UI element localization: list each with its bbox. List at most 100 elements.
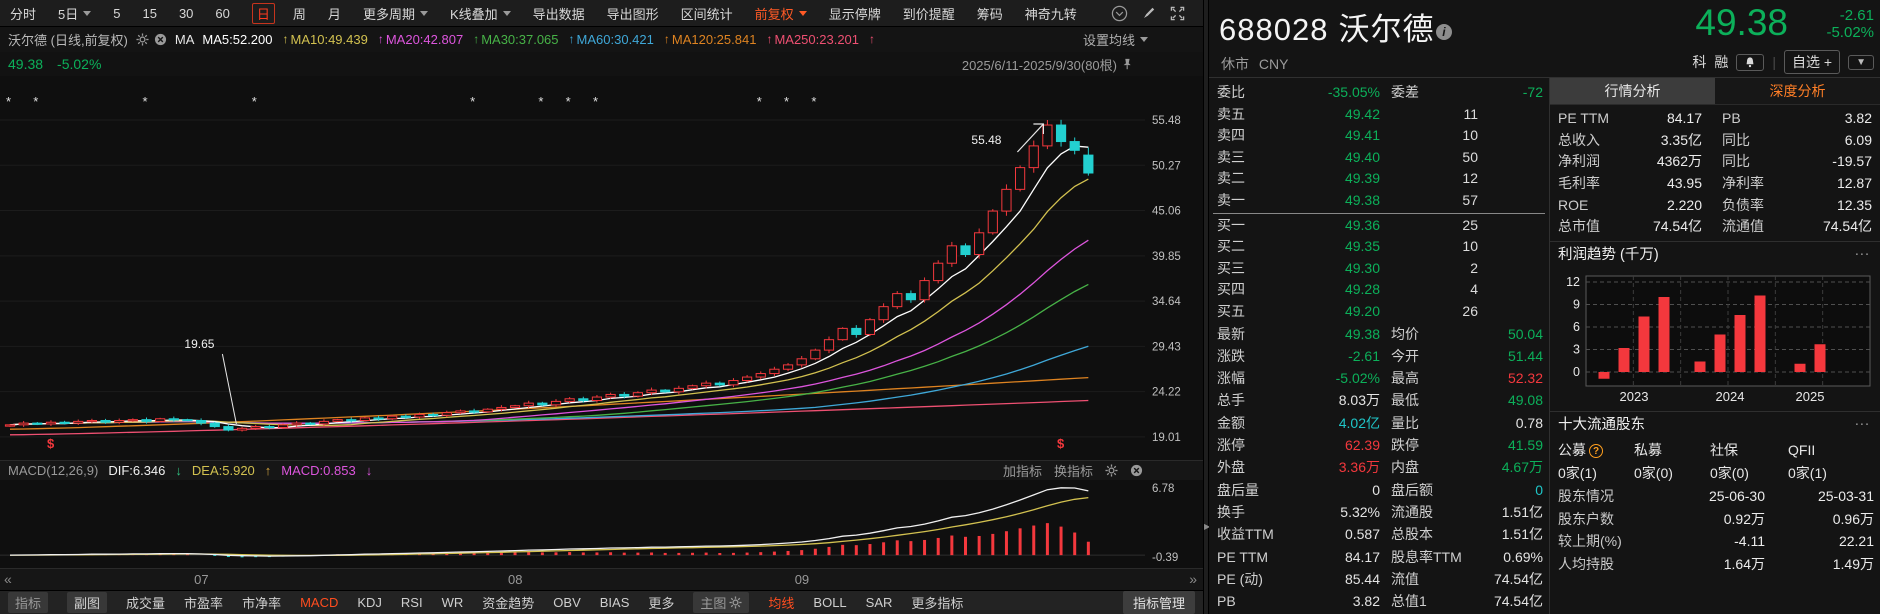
bid-row[interactable]: 买一49.3625: [1209, 215, 1549, 237]
svg-text:2024: 2024: [1716, 389, 1745, 404]
chevron-down-icon: [420, 11, 428, 16]
toolbar-item-显示停牌[interactable]: 显示停牌: [829, 4, 881, 23]
candlestick-chart[interactable]: 55.4850.2745.0639.8534.6429.4324.2219.01…: [0, 76, 1203, 460]
holders-title: 十大流通股东 ...: [1550, 412, 1880, 438]
stat-row: 最新49.38均价50.04: [1209, 323, 1549, 345]
indicator-tab-市盈率[interactable]: 市盈率: [184, 593, 223, 612]
indicator-tab-均线[interactable]: 均线: [768, 593, 794, 612]
toolbar-item-15[interactable]: 15: [142, 6, 156, 21]
indicator-tab-成交量[interactable]: 成交量: [126, 593, 165, 612]
tab-行情分析[interactable]: 行情分析: [1550, 78, 1715, 104]
svg-text:0: 0: [1573, 365, 1580, 379]
alert-bell-button[interactable]: [1736, 54, 1764, 71]
collapse-toolbar-icon[interactable]: [1111, 5, 1128, 22]
svg-text:*: *: [252, 94, 257, 109]
weicha-value: -72: [1523, 82, 1543, 104]
symbol-label: 沃尔德 (日线,前复权): [8, 30, 128, 49]
bid-row[interactable]: 买五49.2026: [1209, 301, 1549, 323]
toolbar-item-导出图形[interactable]: 导出图形: [607, 4, 659, 23]
analysis-value: 3.35亿: [1661, 130, 1702, 152]
toolbar-item-前复权[interactable]: 前复权: [755, 4, 807, 23]
indicator-tab-副图[interactable]: 副图: [67, 592, 107, 613]
add-watchlist-button[interactable]: 自选 +: [1784, 50, 1840, 74]
ask-row[interactable]: 卖一49.3857: [1209, 190, 1549, 212]
holders-table: 公募?私募社保QFII0家(1)0家(0)0家(0)0家(1)股东情况25-06…: [1550, 438, 1880, 575]
indicator-tab-SAR[interactable]: SAR: [866, 595, 893, 610]
toolbar-item-K线叠加[interactable]: K线叠加: [450, 4, 511, 23]
toolbar-item-更多周期[interactable]: 更多周期: [363, 4, 428, 23]
watchlist-dropdown-button[interactable]: ▼: [1848, 55, 1874, 70]
stat-label: 股息率TTM: [1391, 546, 1462, 568]
holders-value: 25-06-30: [1709, 485, 1765, 508]
switch-indicator-button[interactable]: 换指标: [1054, 461, 1093, 480]
toolbar-item-导出数据[interactable]: 导出数据: [533, 4, 585, 23]
toolbar-item-到价提醒[interactable]: 到价提醒: [903, 4, 955, 23]
info-icon[interactable]: i: [1436, 24, 1452, 40]
bid-row[interactable]: 买二49.3510: [1209, 236, 1549, 258]
scroll-right-button[interactable]: »: [1189, 571, 1197, 587]
indicator-tab-BIAS[interactable]: BIAS: [600, 595, 630, 610]
svg-text:-0.39: -0.39: [1152, 552, 1178, 564]
close-circle-icon[interactable]: [154, 33, 167, 46]
tag-融: 融: [1714, 52, 1728, 72]
stat-value: 74.54亿: [1494, 590, 1543, 612]
ask-row[interactable]: 卖二49.3912: [1209, 168, 1549, 190]
toolbar-item-月[interactable]: 月: [328, 4, 341, 23]
indicator-manage-button[interactable]: 指标管理: [1123, 591, 1195, 614]
scroll-left-button[interactable]: «: [4, 571, 12, 587]
stat-label: 涨停: [1217, 434, 1245, 456]
indicator-tab-主图[interactable]: 主图: [693, 592, 749, 613]
toolbar-item-30[interactable]: 30: [179, 6, 193, 21]
toolbar-item-60[interactable]: 60: [215, 6, 229, 21]
bid-row[interactable]: 买四49.284: [1209, 279, 1549, 301]
indicator-tab-市净率[interactable]: 市净率: [242, 593, 281, 612]
chart-panel: 分时 5日 5 15 30 60 日周 月 更多周期 K线叠加 导出数据 导出图形 区间统计 前复权 显示停…: [0, 0, 1203, 614]
ask-label: 卖五: [1217, 104, 1245, 126]
indicator-tab-更多指标[interactable]: 更多指标: [911, 593, 963, 612]
stat-row: 换手5.32%流通股1.51亿: [1209, 501, 1549, 523]
gear-icon[interactable]: [136, 33, 149, 46]
holders-label: 股东情况: [1558, 485, 1614, 508]
indicator-tab-指标[interactable]: 指标: [8, 592, 48, 613]
ask-row[interactable]: 卖四49.4110: [1209, 125, 1549, 147]
help-icon[interactable]: ?: [1589, 444, 1603, 458]
stat-value: 3.36万: [1339, 456, 1380, 478]
indicator-tab-WR[interactable]: WR: [442, 595, 464, 610]
ask-row[interactable]: 卖五49.4211: [1209, 104, 1549, 126]
ask-row[interactable]: 卖三49.4050: [1209, 147, 1549, 169]
stat-row: 涨跌-2.61今开51.44: [1209, 345, 1549, 367]
pin-icon[interactable]: [1121, 58, 1133, 71]
indicator-tab-RSI[interactable]: RSI: [401, 595, 423, 610]
toolbar-item-分时[interactable]: 分时: [10, 4, 36, 23]
toolbar-item-区间统计[interactable]: 区间统计: [681, 4, 733, 23]
holders-more-button[interactable]: ...: [1855, 408, 1870, 434]
toolbar-item-5日[interactable]: 5日: [58, 4, 91, 23]
bid-row[interactable]: 买三49.302: [1209, 258, 1549, 280]
indicator-tab-KDJ[interactable]: KDJ: [357, 595, 382, 610]
tab-深度分析[interactable]: 深度分析: [1715, 78, 1880, 104]
up-arrow-icon: ↑: [664, 32, 670, 47]
indicator-tab-MACD[interactable]: MACD: [300, 595, 338, 610]
toolbar-item-神奇九转[interactable]: 神奇九转: [1025, 4, 1077, 23]
toolbar-item-5[interactable]: 5: [113, 6, 120, 21]
indicator-tab-更多[interactable]: 更多: [648, 593, 674, 612]
toolbar-item-日[interactable]: 日: [252, 3, 275, 24]
ma-value: MA10:49.439: [291, 32, 368, 47]
ma-value: MA250:23.201: [774, 32, 859, 47]
fullscreen-icon[interactable]: [1170, 6, 1185, 21]
gear-icon[interactable]: [1105, 464, 1118, 477]
profit-more-button[interactable]: ...: [1855, 238, 1870, 264]
indicator-tab-OBV[interactable]: OBV: [553, 595, 580, 610]
ma-settings-button[interactable]: 设置均线: [1083, 30, 1148, 49]
close-circle-icon[interactable]: [1130, 464, 1143, 477]
holder-col-公募: 公募?: [1558, 438, 1603, 462]
svg-text:55.48: 55.48: [971, 133, 1001, 147]
up-arrow-icon: ↑: [378, 32, 384, 47]
add-indicator-button[interactable]: 加指标: [1003, 461, 1042, 480]
indicator-tab-BOLL[interactable]: BOLL: [813, 595, 846, 610]
toolbar-item-筹码[interactable]: 筹码: [977, 4, 1003, 23]
macd-chart[interactable]: 6.78-0.39: [0, 480, 1203, 568]
toolbar-item-周[interactable]: 周: [293, 4, 306, 23]
draw-tool-icon[interactable]: [1142, 6, 1156, 20]
indicator-tab-资金趋势[interactable]: 资金趋势: [482, 593, 534, 612]
